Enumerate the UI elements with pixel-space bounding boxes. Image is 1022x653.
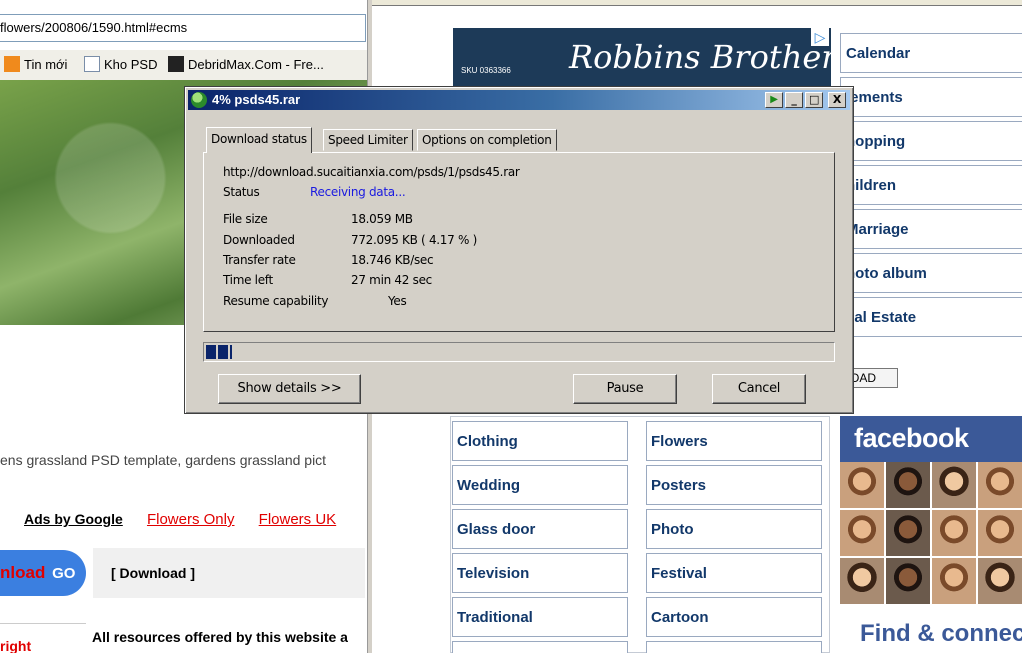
go-label: GO: [52, 565, 76, 582]
category-cell[interactable]: Wedding: [452, 465, 628, 505]
category-link[interactable]: Marriage: [840, 209, 1022, 249]
top-strip: [372, 0, 1022, 6]
facebook-tagline: Find & connec: [860, 620, 1022, 647]
download-go-button[interactable]: nload GO: [0, 550, 86, 596]
category-cell[interactable]: Photo: [646, 509, 822, 549]
close-button[interactable]: X: [828, 92, 846, 108]
face-photo: [978, 510, 1022, 556]
play-icon[interactable]: ▶: [765, 92, 783, 108]
downloaded-label: Downloaded: [223, 233, 295, 247]
category-cell[interactable]: [452, 641, 628, 653]
bookmarks-bar: Tin mới Kho PSD DebridMax.Com - Fre...: [0, 50, 368, 80]
ad-link-flowers-uk[interactable]: Flowers UK: [259, 511, 337, 528]
resume-label: Resume capability: [223, 294, 329, 308]
minimize-button[interactable]: _: [785, 92, 803, 108]
status-label: Status: [223, 185, 260, 199]
ad-banner[interactable]: SKU 0363366 Robbins Brothers ▷: [453, 28, 831, 88]
maximize-button[interactable]: □: [805, 92, 823, 108]
category-cell[interactable]: Traditional: [452, 597, 628, 637]
face-photo: [886, 558, 930, 604]
time-left-label: Time left: [223, 273, 273, 287]
category-cell[interactable]: Cartoon: [646, 597, 822, 637]
face-photo: [840, 558, 884, 604]
category-cell[interactable]: Posters: [646, 465, 822, 505]
file-size-value: 18.059 MB: [351, 212, 413, 226]
ads-by-google-link[interactable]: Ads by Google: [24, 511, 123, 527]
dm-icon: [168, 56, 184, 72]
facebook-widget[interactable]: facebook Find & connec: [840, 416, 1022, 653]
rss-icon: [4, 56, 20, 72]
face-photo: [886, 462, 930, 508]
transfer-rate-label: Transfer rate: [223, 253, 296, 267]
category-link[interactable]: hopping: [840, 121, 1022, 161]
status-value: Receiving data...: [310, 185, 406, 199]
category-cell[interactable]: Television: [452, 553, 628, 593]
downloaded-row: Downloaded 772.095 KB ( 4.17 % ): [223, 233, 477, 247]
facebook-faces: [840, 462, 1022, 604]
face-photo: [978, 558, 1022, 604]
photo-description: ens grassland PSD template, gardens gras…: [0, 452, 327, 468]
face-photo: [932, 558, 976, 604]
bookmark-label: Tin mới: [24, 57, 68, 72]
category-cell[interactable]: [646, 641, 822, 653]
download-link[interactable]: [ Download ]: [93, 548, 365, 598]
cancel-button[interactable]: Cancel: [712, 374, 806, 404]
transfer-rate-row: Transfer rate 18.746 KB/sec: [223, 253, 434, 267]
copyright-label: right: [0, 623, 86, 653]
dialog-titlebar[interactable]: 4% psds45.rar ▶ _ □ X: [188, 90, 850, 110]
resources-notice: All resources offered by this website a: [92, 629, 348, 645]
download-url: http://download.sucaitianxia.com/psds/1/…: [223, 165, 520, 179]
resume-row: Resume capability Yes: [223, 294, 407, 308]
globe-icon: [191, 92, 207, 108]
transfer-rate-value: 18.746 KB/sec: [351, 253, 434, 267]
category-link[interactable]: lements: [840, 77, 1022, 117]
banner-brand: Robbins Brothers: [569, 38, 831, 76]
show-details-button[interactable]: Show details >>: [218, 374, 361, 404]
time-left-row: Time left 27 min 42 sec: [223, 273, 432, 287]
ads-row: Ads by Google Flowers Only Flowers UK: [24, 511, 336, 528]
file-size-label: File size: [223, 212, 268, 226]
category-cell[interactable]: Flowers: [646, 421, 822, 461]
time-left-value: 27 min 42 sec: [351, 273, 432, 287]
pause-button[interactable]: Pause: [573, 374, 677, 404]
download-button-label: nload: [0, 563, 46, 582]
face-photo: [840, 510, 884, 556]
category-link[interactable]: Calendar: [840, 33, 1022, 73]
face-photo: [932, 510, 976, 556]
face-photo: [932, 462, 976, 508]
category-link[interactable]: hoto album: [840, 253, 1022, 293]
banner-sku: SKU 0363366: [461, 66, 511, 75]
dialog-title: 4% psds45.rar: [212, 92, 301, 107]
tab-download-status[interactable]: Download status: [206, 127, 312, 153]
category-cell[interactable]: Glass door: [452, 509, 628, 549]
tab-options-on-completion[interactable]: Options on completion: [417, 129, 557, 151]
facebook-logo: facebook: [840, 416, 1022, 462]
category-cell[interactable]: Festival: [646, 553, 822, 593]
status-row: Status Receiving data...: [223, 185, 406, 199]
bookmark-kho-psd[interactable]: Kho PSD: [84, 56, 157, 74]
progress-fill: [206, 345, 232, 359]
category-link[interactable]: hildren: [840, 165, 1022, 205]
bookmark-label: Kho PSD: [104, 57, 158, 72]
tab-speed-limiter[interactable]: Speed Limiter: [323, 129, 413, 151]
download-dialog: 4% psds45.rar ▶ _ □ X Download status Sp…: [184, 86, 854, 414]
resume-value: Yes: [388, 294, 407, 308]
category-link[interactable]: eal Estate: [840, 297, 1022, 337]
category-cell[interactable]: Clothing: [452, 421, 628, 461]
adchoices-icon[interactable]: ▷: [811, 28, 829, 46]
face-photo: [978, 462, 1022, 508]
file-size-row: File size 18.059 MB: [223, 212, 413, 226]
face-photo: [840, 462, 884, 508]
bookmark-tin-moi[interactable]: Tin mới: [4, 56, 67, 74]
bookmark-debridmax[interactable]: DebridMax.Com - Fre...: [168, 56, 324, 74]
page-icon: [84, 56, 100, 72]
download-status-panel: http://download.sucaitianxia.com/psds/1/…: [203, 152, 835, 332]
downloaded-value: 772.095 KB ( 4.17 % ): [351, 233, 477, 247]
ad-link-flowers-only[interactable]: Flowers Only: [147, 511, 235, 528]
download-progress-bar: [203, 342, 835, 362]
bookmark-label: DebridMax.Com - Fre...: [188, 57, 324, 72]
face-photo: [886, 510, 930, 556]
address-bar[interactable]: flowers/200806/1590.html#ecms: [0, 14, 366, 42]
